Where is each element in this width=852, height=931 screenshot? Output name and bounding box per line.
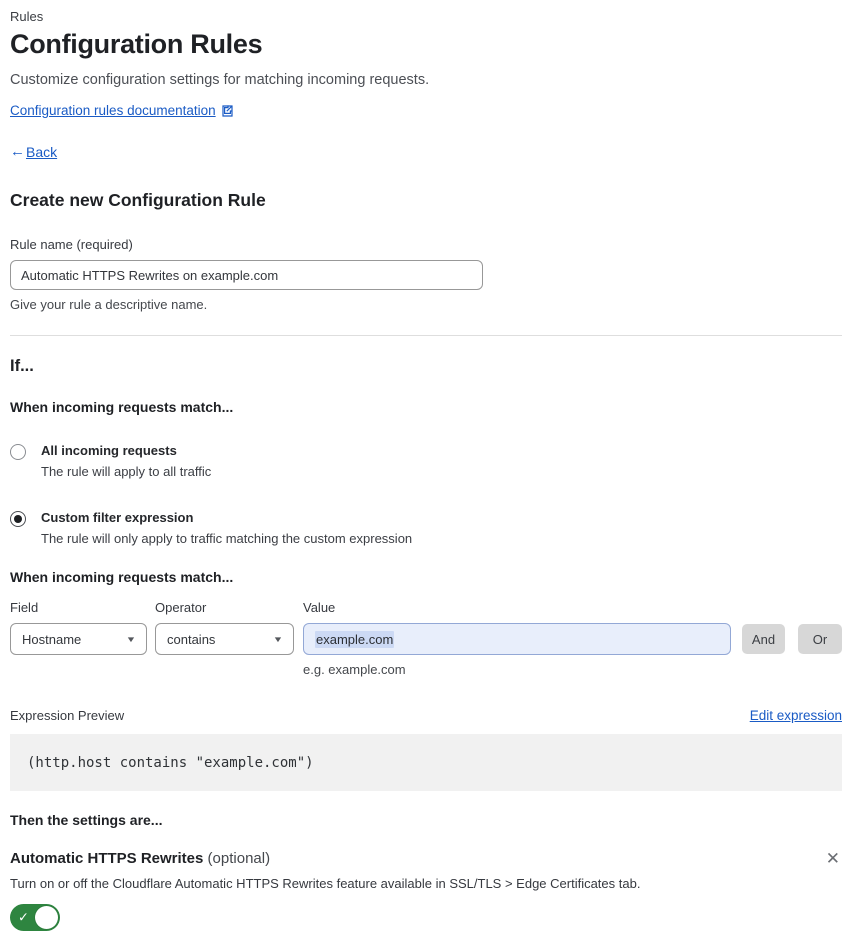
setting-optional: (optional) <box>203 850 271 867</box>
field-label: Field <box>10 600 39 615</box>
match-label-1: When incoming requests match... <box>10 399 234 415</box>
radio-description: The rule will apply to all traffic <box>41 464 212 479</box>
radio-label: All incoming requests <box>41 443 177 458</box>
radio-description: The rule will only apply to traffic matc… <box>41 531 413 546</box>
rule-name-input[interactable] <box>10 260 483 290</box>
match-label-2: When incoming requests match... <box>10 569 234 585</box>
operator-select[interactable]: contains ▼ <box>155 623 294 655</box>
breadcrumb: Rules <box>10 9 44 24</box>
create-rule-heading: Create new Configuration Rule <box>10 190 266 210</box>
expression-builder-row: Field Hostname ▼ Operator contains ▼ Val… <box>10 600 842 655</box>
setting-description: Turn on or off the Cloudflare Automatic … <box>10 876 641 891</box>
chevron-down-icon: ▼ <box>272 634 284 644</box>
value-label: Value <box>303 600 336 615</box>
rule-name-label: Rule name (required) <box>10 237 133 252</box>
automatic-https-rewrites-toggle[interactable]: ✓ <box>10 904 60 931</box>
configuration-rules-page: Rules Configuration Rules Customize conf… <box>0 9 852 931</box>
field-select-value: Hostname <box>22 631 82 647</box>
operator-select-value: contains <box>167 631 216 647</box>
back-arrow-icon: ← <box>10 143 25 160</box>
value-help: e.g. example.com <box>303 662 406 677</box>
radio-all-incoming-requests[interactable]: All incoming requests The rule will appl… <box>10 443 842 479</box>
radio-custom-filter-expression[interactable]: Custom filter expression The rule will o… <box>10 510 842 546</box>
operator-label: Operator <box>155 600 207 615</box>
radio-label: Custom filter expression <box>41 510 194 525</box>
and-button[interactable]: And <box>742 624 785 654</box>
page-subtitle: Customize configuration settings for mat… <box>10 72 430 88</box>
page-title: Configuration Rules <box>10 29 263 59</box>
radio-unselected-icon[interactable] <box>10 444 26 460</box>
expression-preview-code: (http.host contains "example.com") <box>10 734 842 791</box>
external-link-icon <box>221 104 233 117</box>
documentation-link[interactable]: Configuration rules documentation <box>10 103 216 118</box>
rule-name-help: Give your rule a descriptive name. <box>10 297 208 312</box>
expression-preview-label: Expression Preview <box>10 708 125 723</box>
check-icon: ✓ <box>18 909 29 925</box>
section-divider <box>10 335 842 336</box>
chevron-down-icon: ▼ <box>125 634 137 644</box>
setting-title: Automatic HTTPS Rewrites (optional) <box>10 850 270 867</box>
edit-expression-link[interactable]: Edit expression <box>750 708 842 723</box>
radio-selected-icon[interactable] <box>10 511 26 527</box>
back-link-row[interactable]: ← Back <box>10 143 842 160</box>
setting-name: Automatic HTTPS Rewrites <box>10 850 204 867</box>
if-heading: If... <box>10 357 34 375</box>
toggle-knob <box>35 906 58 929</box>
value-input[interactable]: example.com <box>303 623 731 655</box>
value-input-text: example.com <box>315 630 395 648</box>
back-link[interactable]: Back <box>26 144 57 160</box>
close-icon[interactable]: ✕ <box>824 850 842 867</box>
or-button[interactable]: Or <box>798 624 842 654</box>
then-settings-label: Then the settings are... <box>10 812 163 828</box>
field-select[interactable]: Hostname ▼ <box>10 623 147 655</box>
